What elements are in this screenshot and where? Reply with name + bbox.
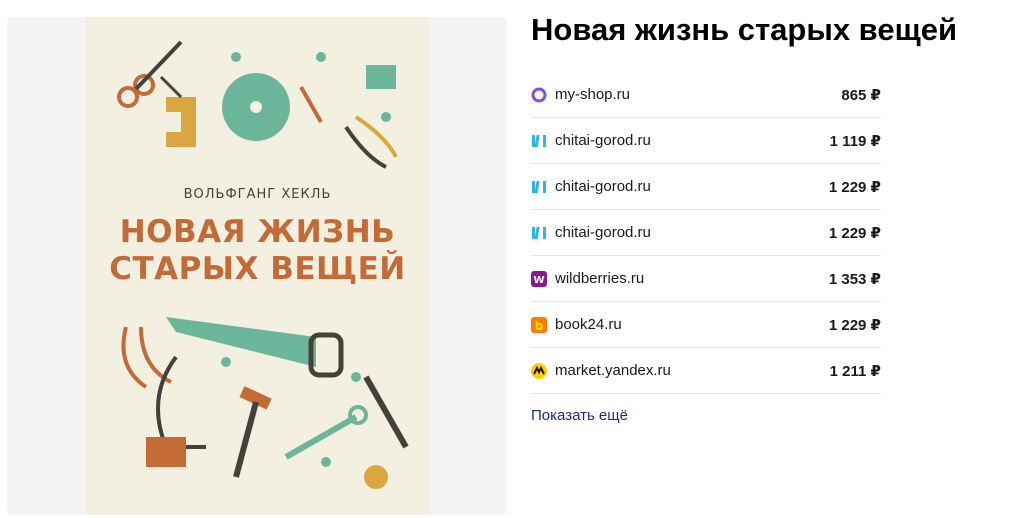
offer-price: 1 211 ₽ [829, 362, 881, 380]
offer-row-book24[interactable]: b book24.ru 1 229 ₽ [531, 302, 881, 348]
hammer-illustration [233, 386, 272, 478]
hand-saw-illustration [166, 317, 344, 378]
clamp-illustration [159, 75, 196, 147]
chitai-gorod-books-icon [531, 225, 547, 241]
wrench-illustration [284, 405, 368, 460]
offer-shop-name[interactable]: market.yandex.ru [555, 362, 830, 379]
my-shop-ring-icon [531, 87, 547, 103]
offer-row-wildberries[interactable]: W wildberries.ru 1 353 ₽ [531, 256, 881, 302]
offer-price: 865 ₽ [841, 86, 881, 104]
cover-title-line-2: СТАРЫХ ВЕЩЕЙ [109, 251, 406, 287]
offer-row-chitai-gorod[interactable]: chitai-gorod.ru 1 229 ₽ [531, 210, 881, 256]
svg-text:b: b [535, 319, 544, 333]
offer-row-yandex-market[interactable]: market.yandex.ru 1 211 ₽ [531, 348, 881, 394]
cover-title: НОВАЯ ЖИЗНЬ СТАРЫХ ВЕЩЕЙ [86, 214, 429, 288]
offers-list: my-shop.ru 865 ₽ chitai-gorod.ru 1 119 ₽… [531, 72, 881, 394]
offer-price: 1 229 ₽ [828, 224, 881, 242]
saw-blade-illustration [222, 73, 290, 141]
book-cover[interactable]: ВОЛЬФГАНГ ХЕКЛЬ НОВАЯ ЖИЗНЬ СТАРЫХ ВЕЩЕЙ [86, 17, 429, 515]
offer-price: 1 119 ₽ [829, 132, 881, 150]
scissors-illustration [117, 40, 183, 108]
offer-row-chitai-gorod[interactable]: chitai-gorod.ru 1 119 ₽ [531, 118, 881, 164]
show-more-link[interactable]: Показать ещё [531, 407, 628, 424]
book24-b-icon: b [531, 316, 547, 333]
spool-illustration [366, 65, 396, 89]
svg-text:W: W [533, 275, 544, 286]
pincushion-illustration [364, 465, 388, 489]
chitai-gorod-books-icon [531, 179, 547, 195]
product-title: Новая жизнь старых вещей [531, 12, 958, 47]
cover-title-line-1: НОВАЯ ЖИЗНЬ [119, 214, 396, 250]
offer-row-chitai-gorod[interactable]: chitai-gorod.ru 1 229 ₽ [531, 164, 881, 210]
product-image-panel[interactable]: ВОЛЬФГАНГ ХЕКЛЬ НОВАЯ ЖИЗНЬ СТАРЫХ ВЕЩЕЙ [7, 17, 507, 515]
chitai-gorod-books-icon [531, 133, 547, 149]
cover-author: ВОЛЬФГАНГ ХЕКЛЬ [183, 187, 332, 202]
offer-shop-name[interactable]: chitai-gorod.ru [555, 224, 829, 241]
offer-row-my-shop[interactable]: my-shop.ru 865 ₽ [531, 72, 881, 118]
wildberries-w-icon: W [531, 270, 547, 287]
offer-price: 1 229 ₽ [828, 178, 881, 196]
adjustable-wrench-illustration [363, 375, 409, 449]
offer-shop-name[interactable]: chitai-gorod.ru [555, 178, 829, 195]
screwdriver-illustration [299, 86, 323, 123]
offer-price: 1 353 ₽ [828, 270, 881, 288]
coping-saw-illustration [146, 355, 206, 467]
offer-shop-name[interactable]: chitai-gorod.ru [555, 132, 830, 149]
pliers-illustration [344, 115, 398, 169]
offer-shop-name[interactable]: my-shop.ru [555, 86, 841, 103]
offer-price: 1 229 ₽ [828, 316, 881, 334]
yandex-market-icon [531, 362, 547, 379]
offer-shop-name[interactable]: wildberries.ru [555, 270, 829, 287]
offer-shop-name[interactable]: book24.ru [555, 316, 829, 333]
